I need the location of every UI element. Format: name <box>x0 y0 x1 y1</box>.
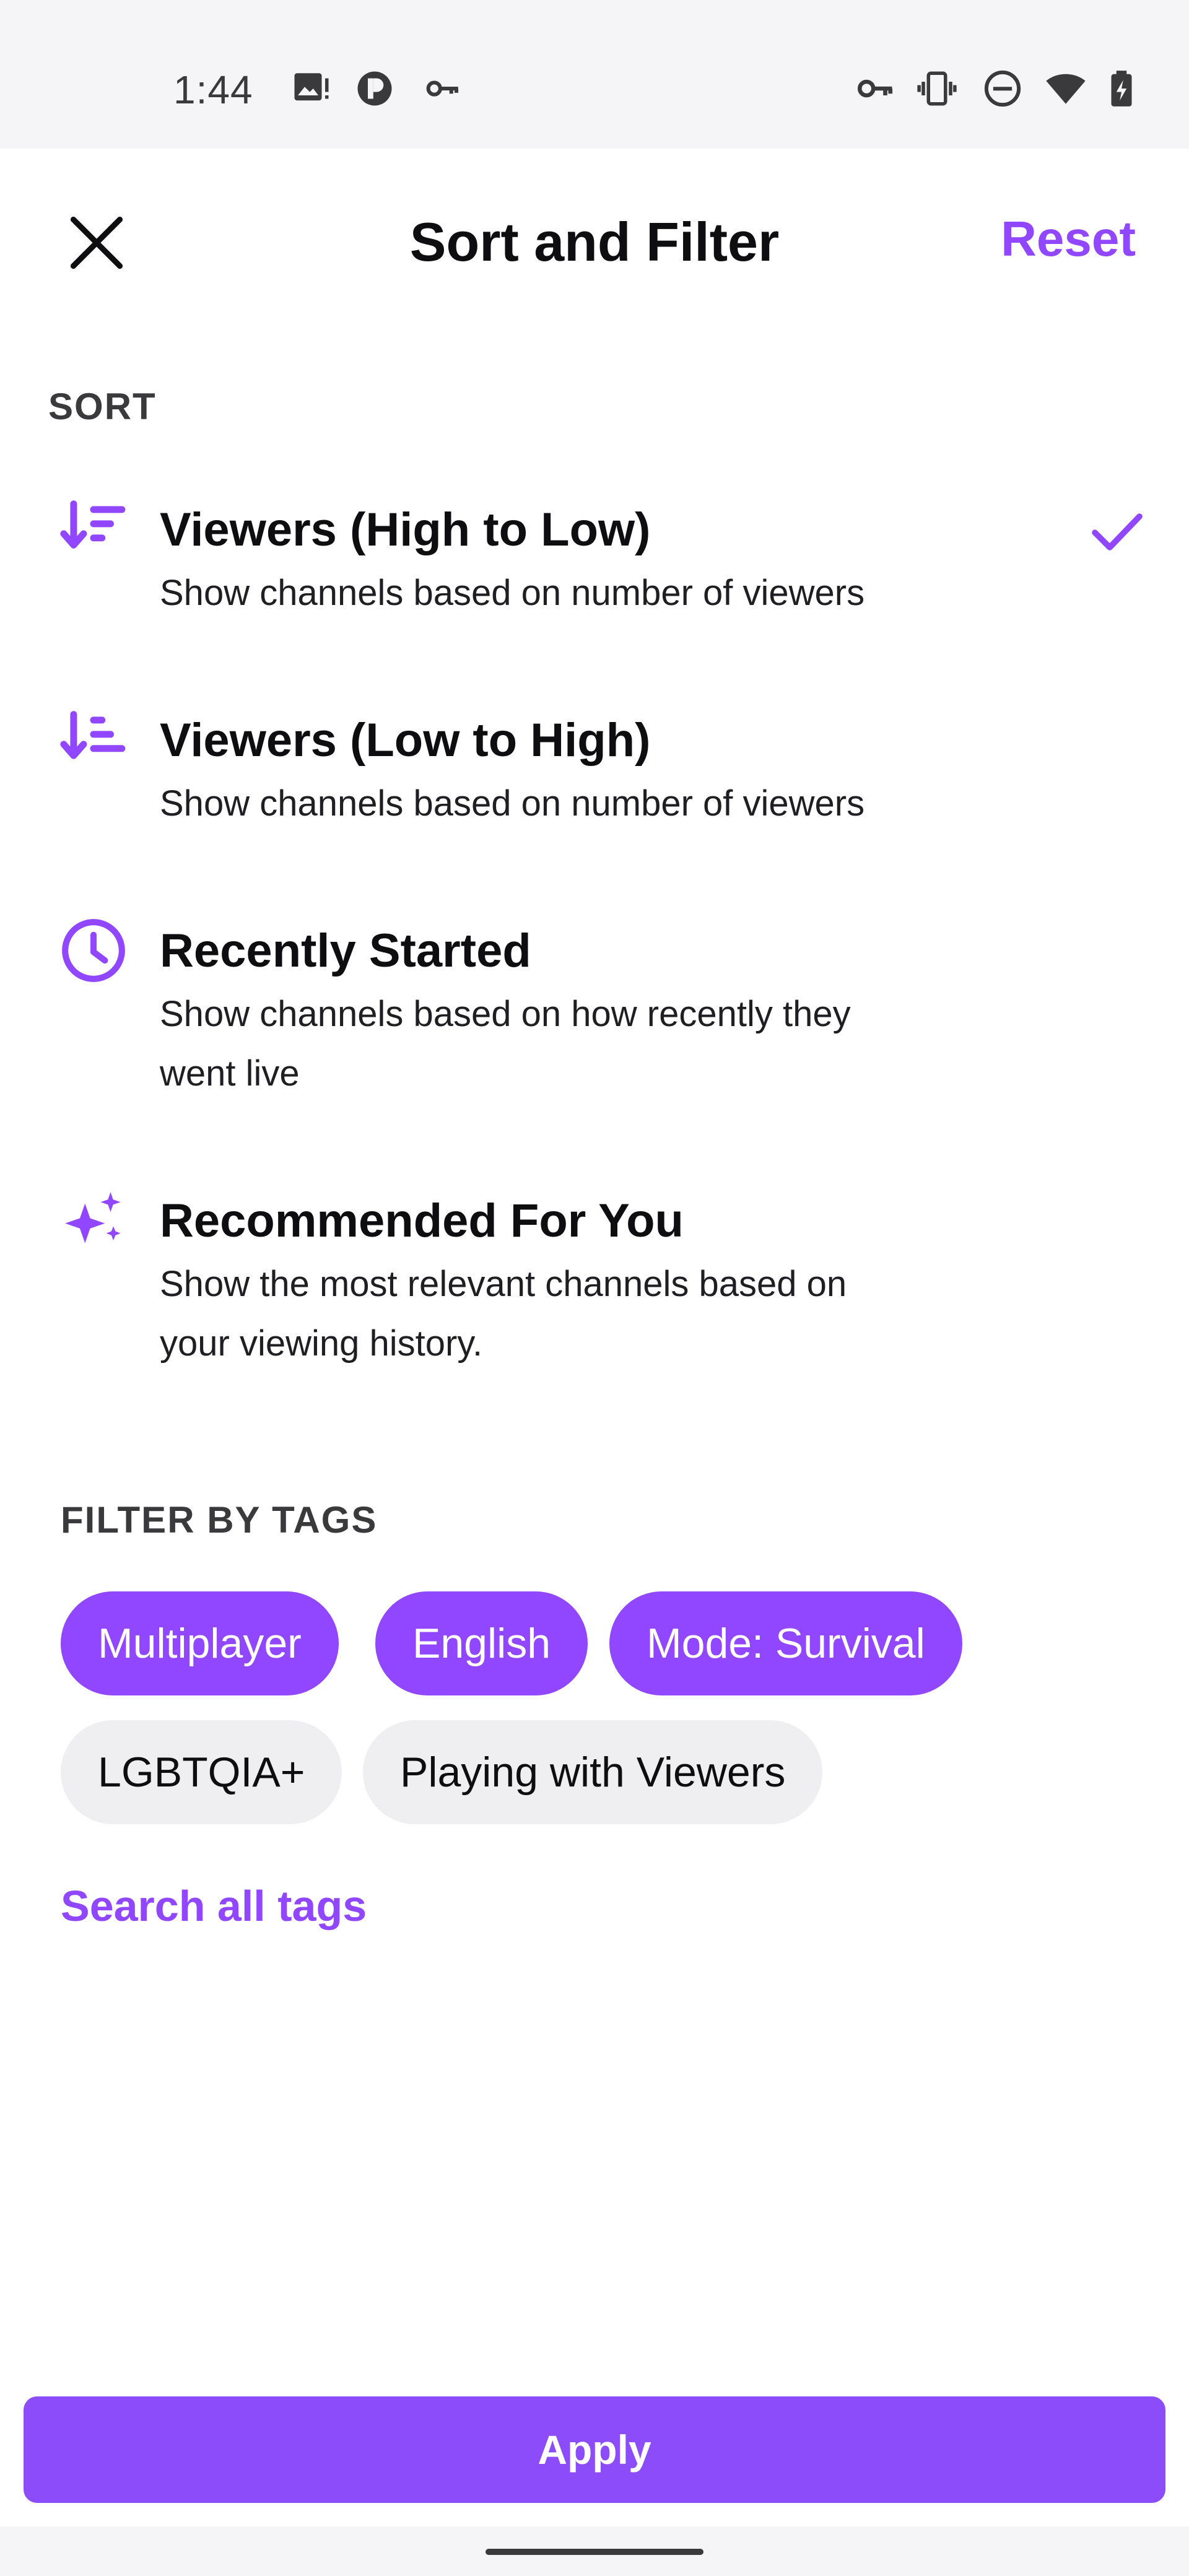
vibrate-icon <box>917 71 957 106</box>
search-all-tags-link[interactable]: Search all tags <box>61 1881 367 1931</box>
tag-chip-english[interactable]: English <box>375 1591 588 1695</box>
clock-icon <box>62 919 125 982</box>
sort-option-viewers-low-to-high[interactable]: Viewers (Low to High) Show channels base… <box>0 694 1189 861</box>
check-icon <box>1092 513 1143 550</box>
sort-option-recommended-for-you[interactable]: Recommended For You Show the most releva… <box>0 1174 1189 1403</box>
sort-option-description: Show channels based on number of viewers <box>160 573 865 613</box>
sort-option-title: Recently Started <box>160 925 531 977</box>
sort-option-viewers-high-to-low[interactable]: Viewers (High to Low) Show channels base… <box>0 483 1189 650</box>
tag-chip-lgbtqia[interactable]: LGBTQIA+ <box>61 1720 342 1824</box>
sort-option-description-line: Show channels based on how recently they <box>160 994 851 1034</box>
status-time: 1:44 <box>173 67 253 112</box>
apply-button[interactable]: Apply <box>24 2396 1165 2503</box>
sort-option-description: Show channels based on number of viewers <box>160 783 865 824</box>
sort-ascending-icon <box>60 711 126 759</box>
sort-option-title: Viewers (Low to High) <box>160 714 651 767</box>
status-bar: 1:44 <box>0 0 1189 149</box>
tag-chip-playing-with-viewers[interactable]: Playing with Viewers <box>363 1720 823 1824</box>
tag-chip-multiplayer[interactable]: Multiplayer <box>61 1591 339 1695</box>
sort-option-description-line: Show the most relevant channels based on <box>160 1264 847 1304</box>
filter-section-label: FILTER BY TAGS <box>61 1499 378 1541</box>
wifi-icon <box>1046 74 1086 104</box>
sort-section-label: SORT <box>48 386 157 427</box>
sort-option-title: Viewers (High to Low) <box>160 503 651 556</box>
home-indicator[interactable] <box>486 2549 703 2555</box>
key-icon <box>426 80 459 97</box>
sort-option-recently-started[interactable]: Recently Started Show channels based on … <box>0 904 1189 1133</box>
sparkle-icon <box>65 1192 121 1243</box>
t-app-icon <box>357 71 392 106</box>
header: Sort and Filter Reset <box>0 149 1189 334</box>
do-not-disturb-icon <box>984 70 1021 107</box>
sort-option-description-line: your viewing history. <box>160 1323 483 1364</box>
vpn-key-icon <box>857 79 893 98</box>
reset-button[interactable]: Reset <box>1001 211 1136 268</box>
sort-option-title: Recommended For You <box>160 1194 684 1247</box>
image-alert-icon <box>294 73 329 101</box>
battery-charging-icon <box>1111 71 1132 107</box>
sort-descending-icon <box>60 500 126 549</box>
sort-option-description-line: went live <box>160 1053 300 1094</box>
tag-chip-mode-survival[interactable]: Mode: Survival <box>609 1591 962 1695</box>
